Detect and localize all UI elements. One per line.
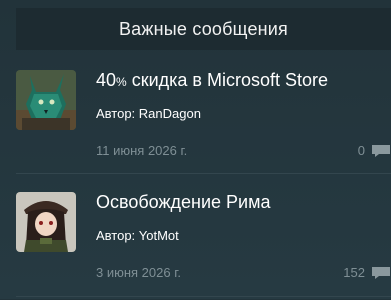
speech-bubble-icon bbox=[372, 144, 390, 157]
post-item[interactable]: 40% скидка в Microsoft Store Автор: RanD… bbox=[16, 68, 391, 178]
comment-count: 152 bbox=[343, 265, 365, 280]
post-author[interactable]: Автор: RanDagon bbox=[96, 106, 201, 121]
post-title-link[interactable]: Освобождение Рима bbox=[96, 192, 271, 213]
anime-girl-avatar-icon bbox=[16, 192, 76, 252]
post-author[interactable]: Автор: YotMot bbox=[96, 228, 179, 243]
comments-link[interactable]: 152 bbox=[343, 265, 391, 280]
post-avatar[interactable] bbox=[16, 70, 76, 130]
post-divider bbox=[16, 173, 391, 174]
comment-count: 0 bbox=[357, 143, 365, 158]
title-percent: % bbox=[116, 75, 127, 89]
speech-bubble-icon bbox=[372, 266, 390, 279]
wolf-avatar-icon bbox=[16, 70, 76, 130]
post-avatar[interactable] bbox=[16, 192, 76, 252]
post-date: 11 июня 2026 г. bbox=[96, 143, 188, 158]
title-rest: скидка в Microsoft Store bbox=[126, 70, 329, 90]
widget-title: Важные сообщения bbox=[118, 18, 289, 39]
post-title-link[interactable]: 40% скидка в Microsoft Store bbox=[96, 70, 328, 91]
widget-header: Важные сообщения bbox=[16, 8, 391, 50]
comments-link[interactable]: 0 bbox=[358, 143, 391, 158]
post-item[interactable]: Освобождение Рима Автор: YotMot 3 июня 2… bbox=[16, 190, 391, 300]
post-date: 3 июня 2026 г. bbox=[96, 265, 181, 280]
title-number: 40 bbox=[96, 70, 117, 90]
post-divider bbox=[16, 296, 391, 297]
